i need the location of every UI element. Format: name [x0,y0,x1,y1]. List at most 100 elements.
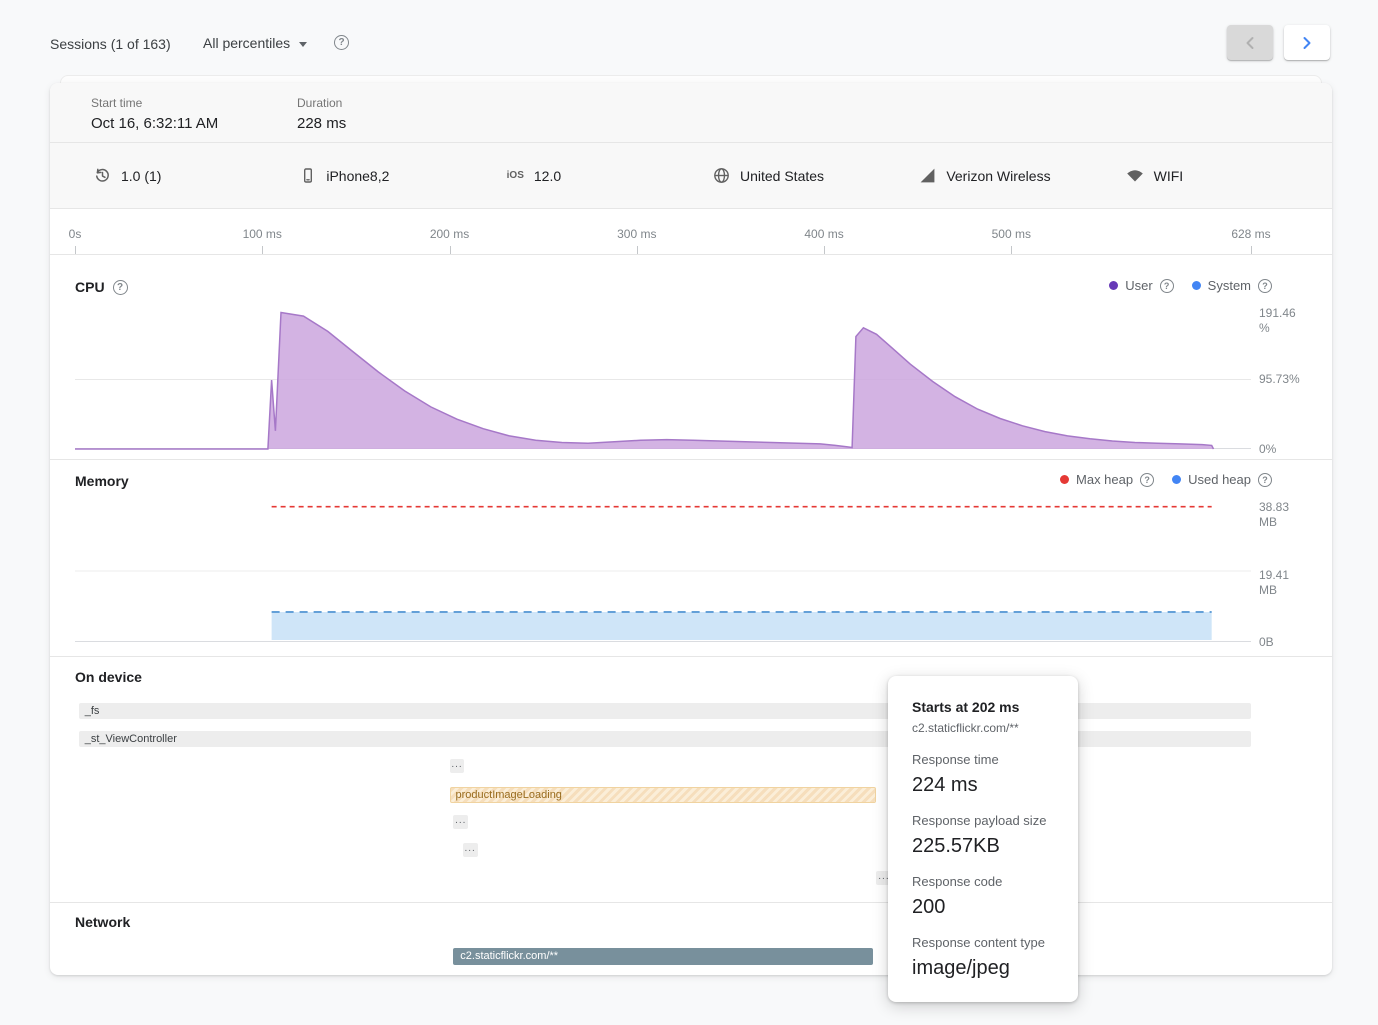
memory-section-title: Memory [75,473,129,489]
tooltip-field-value: 224 ms [912,773,1054,797]
tooltip-title: Starts at 202 ms [912,698,1054,716]
network-section-title: Network [75,914,130,930]
carrier-signal-icon [919,167,936,184]
timeline-tick-mark [75,246,76,254]
cpu-axis-max: 191.46% [1259,306,1296,336]
cpu-axis-mid: 95.73% [1259,372,1300,387]
memory-axis-max: 38.83MB [1259,500,1289,530]
memory-title-text: Memory [75,473,129,489]
timeline-tick-mark [1251,246,1252,254]
on-device-title-text: On device [75,669,142,685]
performance-session-page: Sessions (1 of 163) All percentiles ? St… [0,0,1378,1025]
trace-chip[interactable]: ... [450,759,465,773]
memory-axis-zero: 0B [1259,635,1274,650]
attr-device-model: iPhone8,2 [300,167,506,184]
start-time-field: Start time Oct 16, 6:32:11 AM [91,96,218,132]
trace-chip[interactable]: ... [453,815,468,829]
system-help-icon[interactable]: ? [1258,279,1272,293]
tooltip-field-value: 200 [912,895,1054,919]
start-time-label: Start time [91,96,218,110]
timeline-tick-mark [450,246,451,254]
trace-bar[interactable]: productImageLoading [450,787,877,803]
app-version-value: 1.0 (1) [121,168,161,184]
timeline-tick-mark [262,246,263,254]
timeline-tick-mark [637,246,638,254]
timeline-tick-label: 100 ms [243,227,282,241]
max-heap-legend-dot [1060,475,1069,484]
chevron-down-icon [299,42,307,47]
network-request-bar[interactable]: c2.staticflickr.com/** [453,948,872,965]
user-legend-label: User [1125,278,1152,293]
prev-session-button[interactable] [1227,25,1273,60]
os-version-value: 12.0 [534,168,561,184]
duration-value: 228 ms [297,115,346,132]
legend-item-system: System ? [1192,278,1272,293]
user-legend-dot [1109,281,1118,290]
timeline-tick-label: 0s [69,227,82,241]
timeline-tick-mark [1011,246,1012,254]
session-card: Start time Oct 16, 6:32:11 AM Duration 2… [50,83,1332,975]
legend-item-max-heap: Max heap ? [1060,472,1154,487]
device-attributes: 1.0 (1) iPhone8,2 iOS 12.0 [94,143,1332,208]
tooltip-field-label: Response payload size [912,813,1054,829]
timeline-tick-label: 400 ms [804,227,843,241]
on-device-section: On device _fs_st_ViewController...produc… [50,657,1332,903]
wifi-icon [1126,168,1144,183]
used-heap-help-icon[interactable]: ? [1258,473,1272,487]
device-model-value: iPhone8,2 [326,168,389,184]
legend-item-user: User ? [1109,278,1173,293]
cpu-section: CPU ? User ? System ? 191.46% [50,255,1332,460]
tooltip-field-value: 225.57KB [912,834,1054,858]
trace-chip[interactable]: ... [463,843,478,857]
os-icon: iOS [507,170,524,181]
on-device-section-title: On device [75,669,142,685]
attr-app-version: 1.0 (1) [94,167,300,184]
attr-os-version: iOS 12.0 [507,168,713,184]
app-version-icon [94,167,111,184]
network-section: Network c2.staticflickr.com/** [50,903,1332,975]
duration-label: Duration [297,96,346,110]
user-help-icon[interactable]: ? [1160,279,1174,293]
device-attributes-row: 1.0 (1) iPhone8,2 iOS 12.0 [50,143,1332,209]
max-heap-legend-label: Max heap [1076,472,1133,487]
percentiles-dropdown[interactable]: All percentiles [203,35,307,51]
session-nav [1227,25,1330,60]
percentiles-dropdown-label: All percentiles [203,35,290,51]
network-request-tooltip: Starts at 202 ms c2.staticflickr.com/** … [888,676,1078,1002]
legend-item-used-heap: Used heap ? [1172,472,1272,487]
attr-country: United States [713,167,919,184]
cpu-section-title: CPU ? [75,279,128,295]
system-legend-label: System [1208,278,1251,293]
country-icon [713,167,730,184]
timeline-ruler: 0s 100 ms 200 ms 300 ms 400 ms 500 ms 628 ms [50,209,1332,255]
tooltip-subtitle: c2.staticflickr.com/** [912,720,1054,736]
network-title-text: Network [75,914,130,930]
timeline-tick-label: 300 ms [617,227,656,241]
help-icon[interactable]: ? [334,35,349,50]
tooltip-field-value: image/jpeg [912,956,1054,980]
device-icon [300,167,316,184]
timeline-tick-label: 200 ms [430,227,469,241]
sessions-count-label: Sessions (1 of 163) [50,36,171,52]
timeline-tick-label: 628 ms [1231,227,1270,241]
cpu-title-text: CPU [75,279,105,295]
max-heap-help-icon[interactable]: ? [1140,473,1154,487]
memory-section: Memory Max heap ? Used heap ? 38.83MB [50,460,1332,657]
tooltip-field-label: Response code [912,874,1054,890]
cpu-chart[interactable] [75,310,1251,449]
memory-axis-mid: 19.41MB [1259,568,1289,598]
used-heap-legend-label: Used heap [1188,472,1251,487]
tooltip-field-label: Response content type [912,935,1054,951]
cpu-axis-zero: 0% [1259,442,1276,457]
timeline-tick-label: 500 ms [992,227,1031,241]
carrier-value: Verizon Wireless [946,168,1050,184]
memory-chart[interactable] [75,500,1251,642]
chevron-right-icon [1302,36,1312,50]
start-time-value: Oct 16, 6:32:11 AM [91,115,218,132]
attr-carrier: Verizon Wireless [919,167,1125,184]
cpu-help-icon[interactable]: ? [113,280,128,295]
next-session-button[interactable] [1284,25,1330,60]
memory-legend: Max heap ? Used heap ? [1060,472,1272,487]
tooltip-field-label: Response time [912,752,1054,768]
attr-network-type: WIFI [1126,168,1332,184]
